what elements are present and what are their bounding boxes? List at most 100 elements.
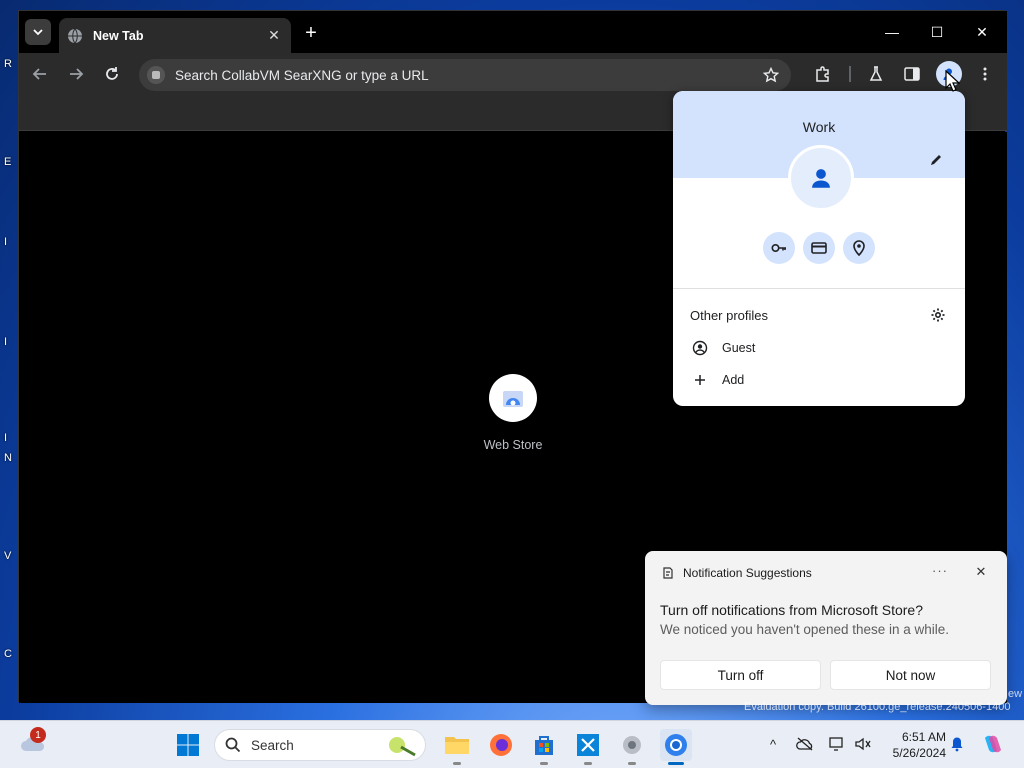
reload-icon	[106, 67, 118, 80]
person-icon	[812, 169, 830, 188]
addresses-button[interactable]	[843, 232, 875, 264]
toast-headline: Turn off notifications from Microsoft St…	[660, 602, 923, 618]
location-pin-icon	[853, 240, 865, 257]
tab-title: New Tab	[93, 28, 144, 43]
desktop-icon-label: E	[4, 156, 12, 168]
star-icon	[763, 67, 779, 83]
reload-button[interactable]	[100, 62, 124, 86]
tab-strip: New Tab ✕ + — ☐ ✕	[19, 11, 1007, 53]
profile-item-label: Guest	[722, 341, 756, 355]
notification-settings-icon	[663, 567, 673, 579]
close-window-button[interactable]: ✕	[969, 19, 995, 45]
chrome-icon	[665, 734, 687, 756]
taskbar-microsoft-store[interactable]	[528, 729, 560, 765]
edit-profile-button[interactable]	[925, 149, 947, 171]
mouse-cursor-icon	[945, 70, 960, 92]
toast-close-button[interactable]: ✕	[972, 563, 990, 581]
manage-profiles-button[interactable]	[928, 305, 948, 325]
new-tab-button[interactable]: +	[301, 22, 321, 44]
running-indicator	[453, 762, 461, 765]
bookmark-star-button[interactable]	[757, 61, 785, 89]
search-icon	[225, 737, 241, 753]
taskbar: 1 Search ^ 6:51 AM 5/26/2024	[0, 720, 1024, 768]
taskbar-firefox[interactable]	[485, 729, 517, 761]
taskbar-terminal-app[interactable]	[572, 729, 604, 765]
copilot-icon[interactable]	[980, 731, 1006, 757]
more-vertical-icon	[983, 67, 987, 81]
back-button[interactable]	[28, 62, 52, 86]
widget-badge: 1	[30, 727, 46, 743]
network-icon[interactable]	[826, 733, 848, 755]
running-indicator	[540, 762, 548, 765]
blue-x-app-icon	[577, 734, 599, 756]
key-icon	[771, 244, 786, 253]
browser-menu-button[interactable]	[973, 62, 997, 86]
desktop-icon-label: N	[4, 452, 12, 464]
taskbar-settings-app[interactable]	[616, 729, 648, 765]
pencil-icon	[931, 155, 941, 165]
gear-icon	[931, 308, 945, 322]
toast-body: We noticed you haven't opened these in a…	[660, 622, 950, 637]
shortcut-tile	[489, 374, 537, 422]
desktop-icon-label: V	[4, 550, 12, 562]
toast-more-button[interactable]: ···	[932, 563, 948, 578]
taskbar-file-explorer[interactable]	[441, 729, 473, 765]
tab-close-button[interactable]: ✕	[265, 27, 283, 45]
evaluation-watermark: Evaluation copy. Build 26100.ge_release.…	[744, 701, 1011, 713]
puzzle-icon	[816, 66, 829, 82]
onedrive-icon[interactable]	[794, 733, 816, 755]
store-bag-icon	[535, 736, 553, 755]
credit-card-icon	[811, 242, 827, 254]
tab-new-tab[interactable]: New Tab ✕	[59, 18, 291, 53]
watermark-edge: ew	[1008, 688, 1023, 700]
desktop-icon-label: I	[4, 236, 8, 248]
notification-bell-icon[interactable]	[946, 733, 968, 755]
payment-methods-button[interactable]	[803, 232, 835, 264]
labs-button[interactable]	[864, 62, 888, 86]
desktop-icon-label: I	[4, 432, 8, 444]
minimize-button[interactable]: —	[879, 19, 905, 45]
site-info-button[interactable]	[147, 66, 165, 84]
passwords-button[interactable]	[763, 232, 795, 264]
arrow-left-icon	[32, 68, 46, 80]
profile-item-guest[interactable]: Guest	[690, 337, 755, 359]
omnibox[interactable]	[139, 59, 791, 91]
taskbar-search-label: Search	[251, 737, 294, 753]
taskbar-clock[interactable]: 6:51 AM 5/26/2024	[880, 729, 946, 761]
turn-off-button[interactable]: Turn off	[660, 660, 821, 690]
tab-search-button[interactable]	[25, 19, 51, 45]
firefox-icon	[490, 734, 512, 756]
not-now-button[interactable]: Not now	[830, 660, 991, 690]
side-panel-icon	[904, 67, 920, 81]
show-hidden-icons-button[interactable]: ^	[762, 733, 784, 755]
web-store-icon	[503, 391, 523, 407]
forward-button[interactable]	[64, 62, 88, 86]
divider	[673, 288, 965, 289]
other-profiles-heading: Other profiles	[690, 308, 769, 323]
add-profile-button[interactable]: Add	[690, 369, 744, 391]
taskbar-search-box[interactable]: Search	[214, 729, 426, 761]
clock-date: 5/26/2024	[892, 746, 946, 760]
toolbar-divider	[849, 66, 851, 82]
shortcut-web-store[interactable]: Web Store	[483, 374, 543, 452]
windows-start-icon[interactable]	[176, 733, 200, 757]
toast-app-name: Notification Suggestions	[683, 566, 812, 580]
maximize-button[interactable]: ☐	[924, 19, 950, 45]
profile-menu: Work Other profiles Guest Add	[673, 91, 965, 406]
omnibox-input[interactable]	[175, 67, 757, 83]
add-profile-label: Add	[722, 373, 745, 387]
globe-icon	[68, 28, 82, 43]
extensions-button[interactable]	[811, 62, 835, 86]
side-panel-button[interactable]	[900, 62, 924, 86]
running-indicator	[628, 762, 636, 765]
desktop-icon-label: R	[4, 58, 12, 70]
desktop-icon-label: I	[4, 336, 8, 348]
browser-toolbar	[19, 53, 1007, 95]
shortcut-label: Web Store	[483, 438, 543, 452]
clock-time: 6:51 AM	[901, 730, 946, 744]
profile-name: Work	[802, 119, 836, 135]
volume-icon[interactable]	[852, 733, 874, 755]
toast-notification: Notification Suggestions ··· ✕ Turn off …	[645, 551, 1007, 705]
search-highlight-icon	[389, 737, 416, 757]
taskbar-chrome[interactable]	[660, 729, 692, 765]
